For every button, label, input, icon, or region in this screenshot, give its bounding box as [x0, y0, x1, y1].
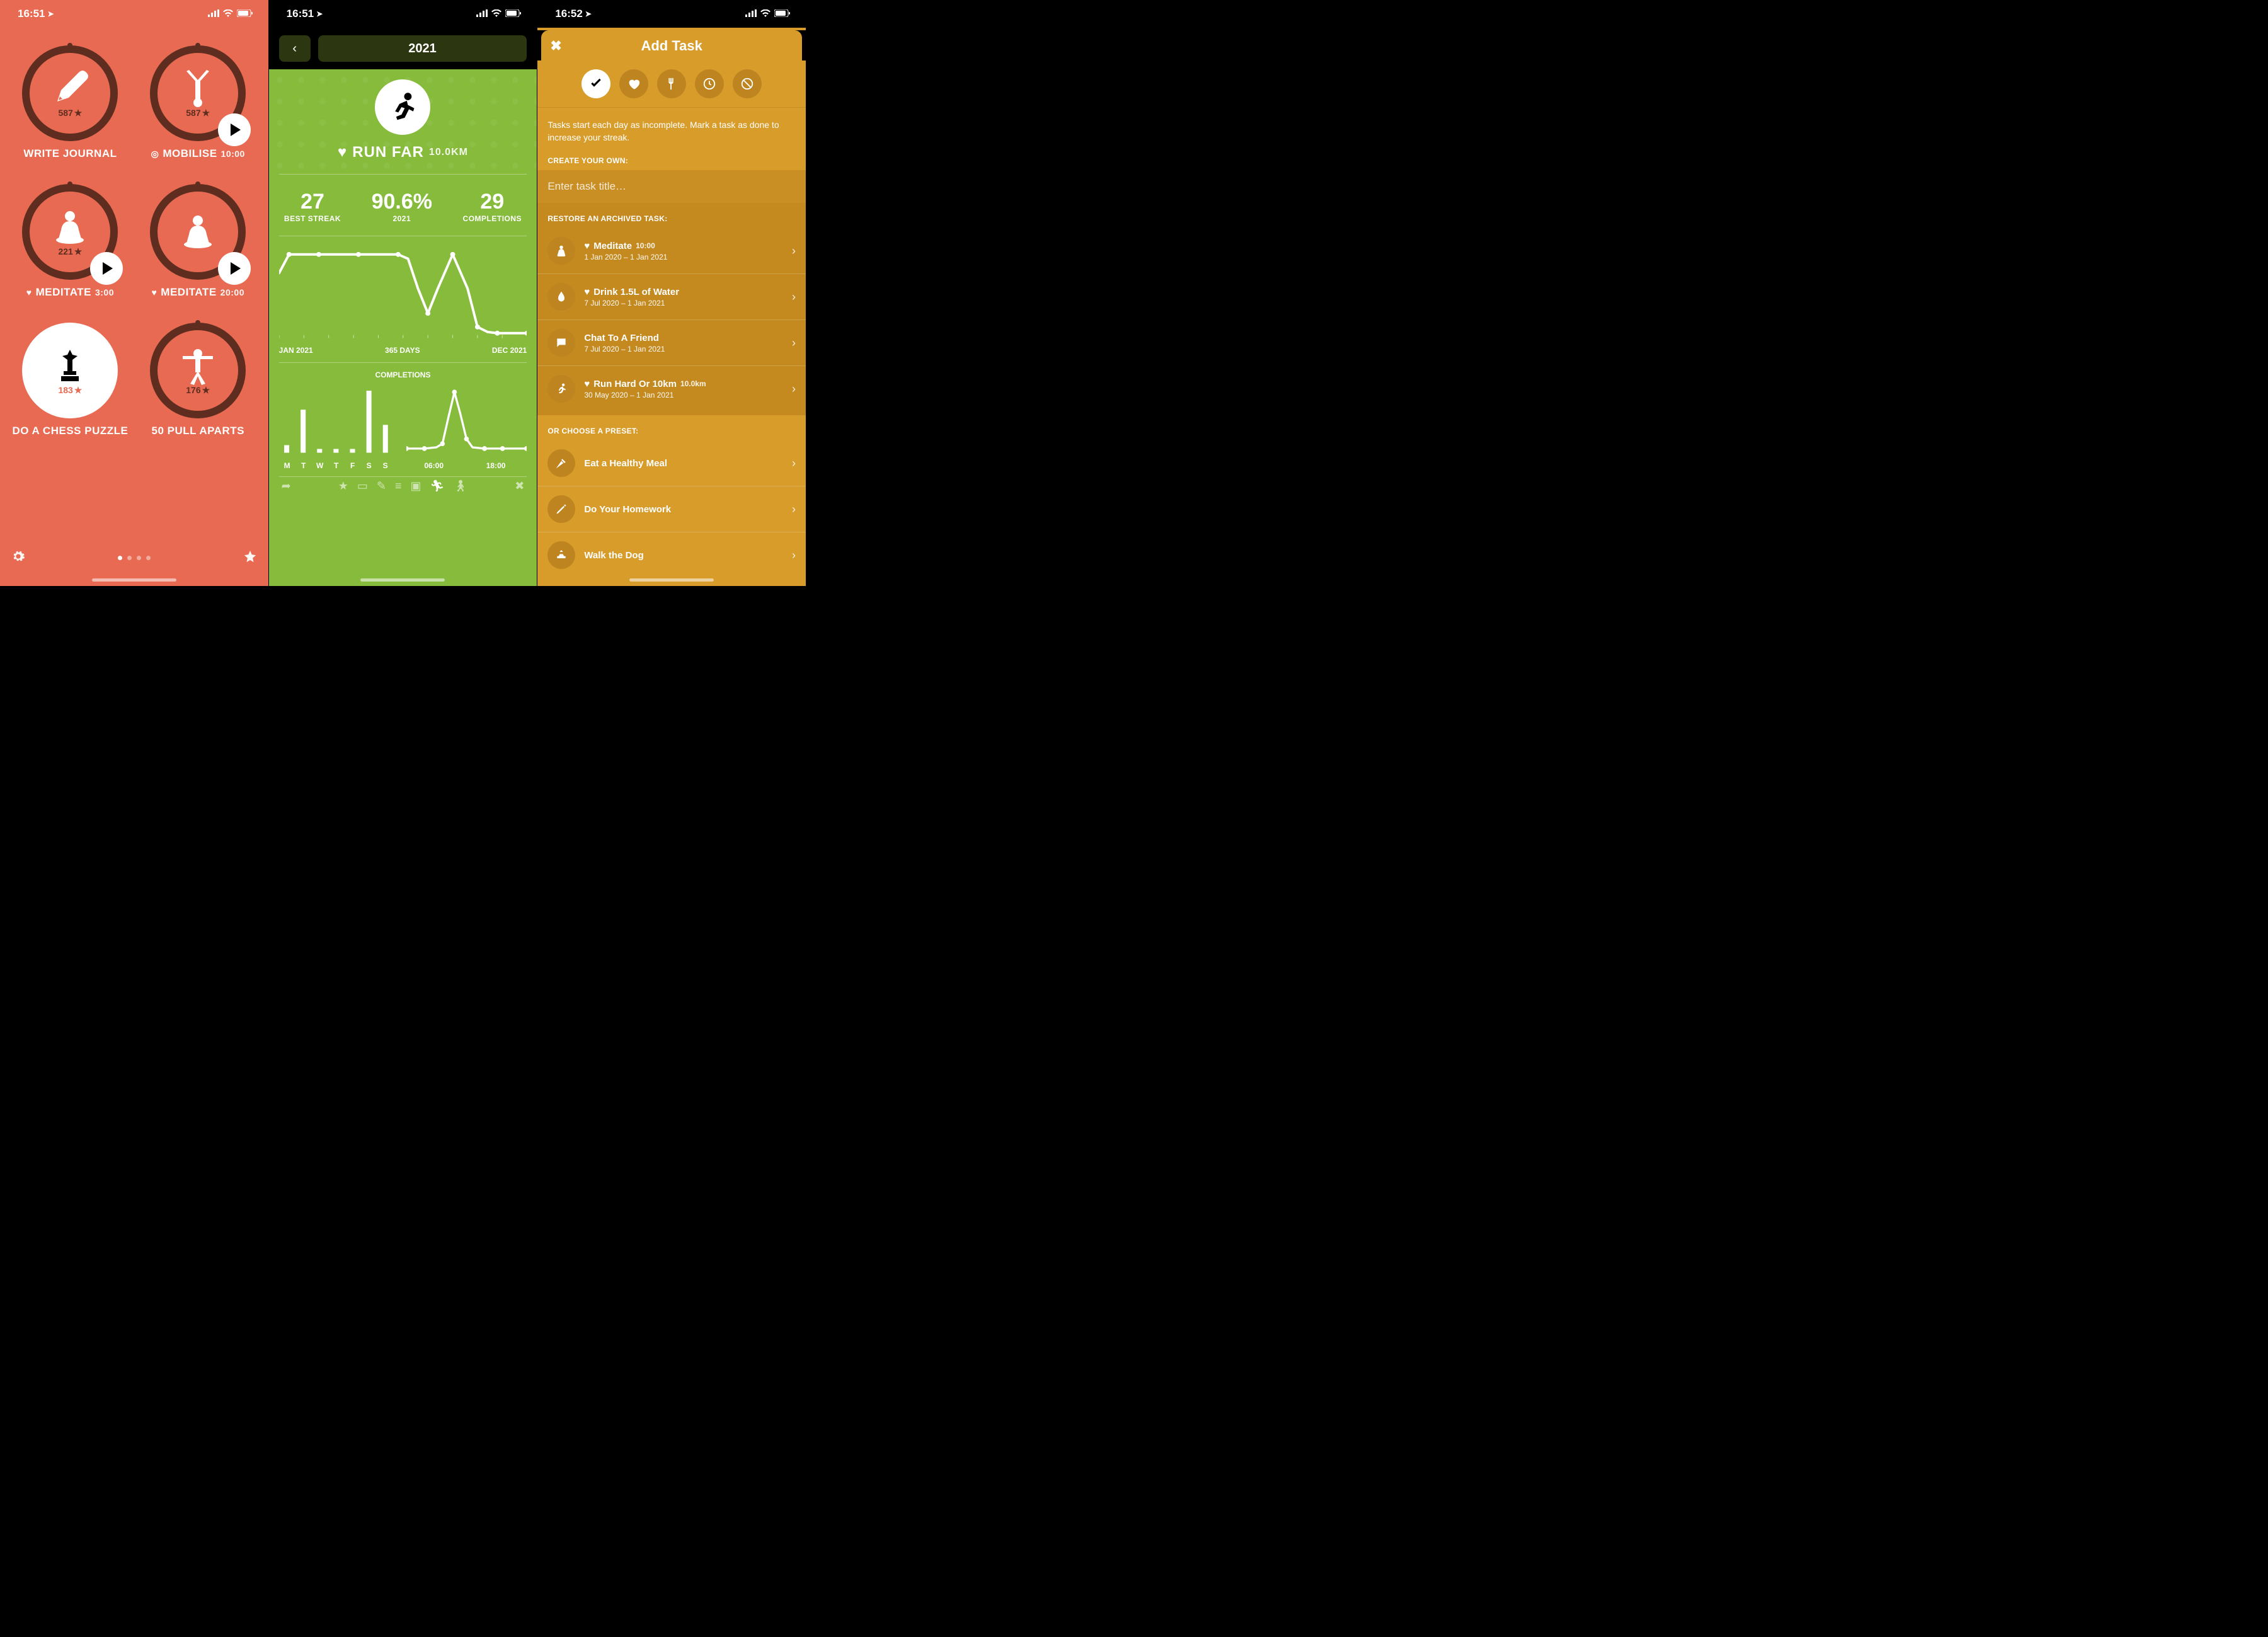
task-pull-aparts[interactable]: 176★ 50 PULL APARTS [134, 323, 262, 437]
preset-healthy-meal[interactable]: Eat a Healthy Meal › [537, 440, 806, 486]
chevron-right-icon: › [792, 244, 796, 258]
category-health[interactable] [619, 69, 648, 98]
preset-walk-dog[interactable]: Walk the Dog › [537, 532, 806, 578]
location-icon: ➤ [585, 9, 592, 18]
completions-chart [269, 379, 537, 462]
water-icon [547, 283, 575, 311]
year-chart [269, 236, 537, 345]
star-icon: ★ [74, 385, 83, 396]
battery-icon [774, 8, 791, 20]
preset-label: OR CHOOSE A PRESET: [537, 415, 806, 440]
heart-icon: ♥ [584, 379, 590, 389]
play-button[interactable] [218, 113, 251, 146]
heart-icon: ♥ [26, 287, 32, 297]
archived-chat[interactable]: Chat To A Friend 7 Jul 2020 – 1 Jan 2021… [537, 320, 806, 366]
task-write-journal[interactable]: 587★ WRITE JOURNAL [6, 45, 134, 160]
signal-icon [745, 8, 757, 20]
task-title-input[interactable] [547, 180, 796, 193]
chess-icon [50, 346, 90, 386]
close-icon[interactable]: ✖ [515, 480, 524, 493]
heart-icon: ♥ [584, 241, 590, 251]
battery-icon [505, 8, 522, 20]
status-time: 16:51 [18, 8, 45, 20]
completions-title: COMPLETIONS [269, 363, 537, 379]
archived-meditate[interactable]: ♥Meditate10:00 1 Jan 2020 – 1 Jan 2021 › [537, 228, 806, 274]
category-time[interactable] [695, 69, 724, 98]
description: Tasks start each day as incomplete. Mark… [537, 108, 806, 151]
runner-icon[interactable]: 🏃︎ [430, 480, 445, 493]
share-icon[interactable]: ➦ [282, 480, 291, 493]
close-icon[interactable]: ✖ [550, 38, 569, 54]
category-food[interactable] [657, 69, 686, 98]
task-meditate-20[interactable]: ♥ MEDITATE 20:00 [134, 184, 262, 299]
carrot-icon [547, 449, 575, 477]
star-icon[interactable]: ★ [338, 480, 348, 493]
year-selector[interactable]: 2021 [318, 35, 527, 62]
task-grid: 587★ WRITE JOURNAL 587★ ◎ MOBILISE 10:00 [0, 28, 268, 437]
archived-water[interactable]: ♥Drink 1.5L of Water 7 Jul 2020 – 1 Jan … [537, 274, 806, 320]
walk-icon[interactable]: 🚶︎ [453, 480, 467, 493]
create-label: CREATE YOUR OWN: [537, 151, 806, 170]
home-indicator[interactable] [92, 578, 176, 582]
chevron-right-icon: › [792, 503, 796, 516]
play-button[interactable] [218, 252, 251, 285]
chart-icon[interactable]: ≡ [395, 480, 402, 493]
pencil-icon [547, 495, 575, 523]
chevron-right-icon: › [792, 382, 796, 396]
target-icon: ◎ [151, 149, 159, 159]
archived-run[interactable]: ♥Run Hard Or 10km10.0km 30 May 2020 – 1 … [537, 366, 806, 411]
heart-icon: ♥ [151, 287, 157, 297]
preset-homework[interactable]: Do Your Homework › [537, 486, 806, 532]
wifi-icon [760, 8, 770, 20]
settings-icon[interactable] [11, 549, 25, 566]
dog-icon [547, 541, 575, 569]
chat-icon [547, 329, 575, 357]
book-icon[interactable]: ▭ [357, 480, 368, 493]
play-button[interactable] [90, 252, 123, 285]
status-bar: 16:51➤ [269, 0, 537, 28]
task-mobilise[interactable]: 587★ ◎ MOBILISE 10:00 [134, 45, 262, 160]
camera-icon[interactable]: ▣ [411, 480, 421, 493]
page-dots[interactable] [118, 556, 151, 560]
back-button[interactable]: ‹ [279, 35, 311, 62]
runner-icon [386, 90, 420, 124]
category-avoid[interactable] [733, 69, 762, 98]
runner-icon [547, 375, 575, 403]
status-bar: 16:51 ➤ [0, 0, 268, 28]
task-title-input-wrap[interactable] [537, 170, 806, 203]
wifi-icon [491, 8, 501, 20]
task-header: ♥ RUN FAR 10.0KM [269, 69, 537, 174]
heart-icon: ♥ [584, 287, 590, 297]
location-icon: ➤ [47, 9, 54, 18]
chevron-right-icon: › [792, 457, 796, 470]
home-indicator[interactable] [629, 578, 714, 582]
restore-label: RESTORE AN ARCHIVED TASK: [537, 203, 806, 228]
task-avatar[interactable] [375, 79, 430, 135]
brush-icon[interactable]: ✎ [377, 480, 386, 493]
signal-icon [476, 8, 488, 20]
wifi-icon [223, 8, 233, 20]
chevron-right-icon: › [792, 290, 796, 304]
category-filters[interactable]: ★ ▭ ✎ ≡ ▣ 🏃︎ 🚶︎ [338, 480, 468, 493]
category-task[interactable] [581, 69, 610, 98]
page-title: Add Task [569, 38, 774, 54]
status-bar: 16:52➤ [537, 0, 806, 28]
chevron-right-icon: › [792, 336, 796, 350]
category-row [537, 60, 806, 108]
home-indicator[interactable] [360, 578, 445, 582]
task-meditate-3[interactable]: 221★ ♥ MEDITATE 3:00 [6, 184, 134, 299]
meditate-icon [547, 237, 575, 265]
heart-icon: ♥ [338, 144, 347, 161]
task-chess-puzzle[interactable]: 183★ DO A CHESS PUZZLE [6, 323, 134, 437]
signal-icon [208, 8, 219, 20]
favorite-icon[interactable] [243, 549, 257, 566]
location-icon: ➤ [316, 9, 323, 18]
chevron-right-icon: › [792, 549, 796, 562]
stats-row: 27BEST STREAK 90.6%2021 29COMPLETIONS [269, 175, 537, 236]
battery-icon [237, 8, 253, 20]
